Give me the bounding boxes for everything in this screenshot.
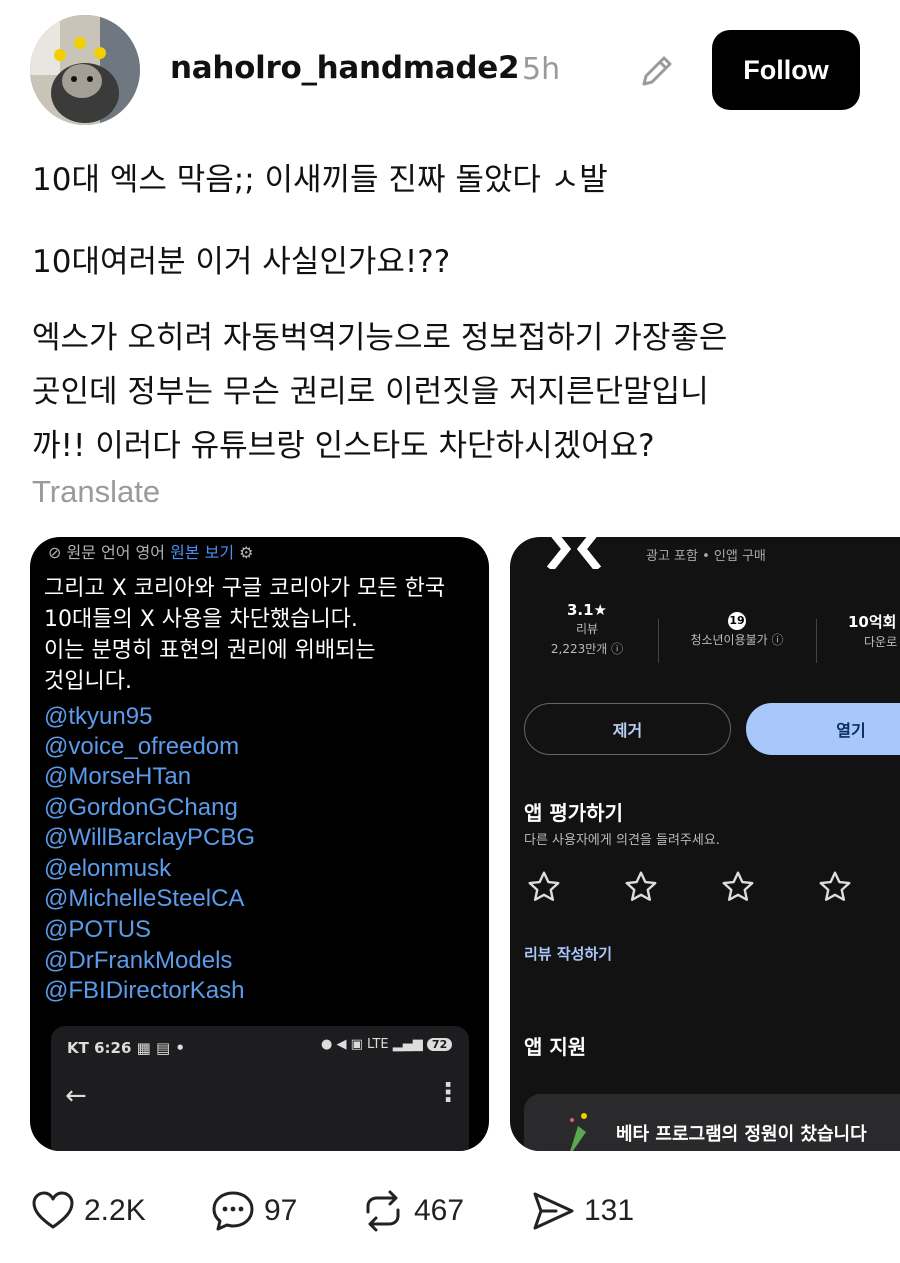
write-review-link: 리뷰 작성하기 (524, 945, 613, 963)
repost-icon (366, 1190, 400, 1232)
tweet-line: 것입니다. (44, 669, 132, 694)
party-popper-icon (570, 1113, 587, 1151)
back-arrow-icon: ← (65, 1081, 87, 1111)
mention: @elonmusk (44, 855, 172, 882)
mention: @POTUS (44, 916, 152, 943)
status-bar-right: ● ◀ ▣ LTE ▂▄▆ 72 (321, 1037, 453, 1052)
more-options-icon: ⋮ (435, 1078, 461, 1108)
source-language: 원문 언어 영어 (66, 543, 166, 562)
tweet-text: 그리고 X 코리아와 구글 코리아가 모든 한국 10대들의 X 사용을 차단했… (44, 573, 445, 697)
comment-bubble-icon (212, 1191, 254, 1231)
status-icons: ● ◀ ▣ (321, 1037, 363, 1052)
mention: @tkyun95 (44, 703, 153, 730)
mention: @FBIDirectorKash (44, 977, 245, 1004)
mention: @GordonGChang (44, 794, 238, 821)
edit-icon[interactable] (636, 50, 678, 92)
beta-program-text: 베타 프로그램의 정원이 찼습니다 (616, 1124, 867, 1145)
battery-level: 72 (426, 1038, 453, 1051)
mention: @voice_ofreedom (44, 733, 240, 760)
follow-button[interactable]: Follow (712, 30, 860, 110)
status-bar-left: KT 6:26 ▦ ▤ • (67, 1039, 185, 1057)
username[interactable]: naholro_handmade2 (170, 50, 520, 86)
share-count: 131 (584, 1194, 635, 1227)
share-button[interactable]: 131 (530, 1188, 634, 1234)
post-line-1: 10대 엑스 막음;; 이새끼들 진짜 돌았다 ㅅ발 (32, 162, 608, 198)
settings-gear-icon: ⚙ (239, 543, 254, 562)
x-app-logo-icon (544, 537, 604, 579)
avatar-image (30, 15, 140, 125)
send-share-icon (533, 1192, 574, 1230)
post-paragraph-line-2: 곳인데 정부는 무슨 권리로 이런짓을 저지른단말입니 (32, 374, 709, 410)
mention: @WillBarclayPCBG (44, 824, 256, 851)
like-button[interactable]: 2.2K (30, 1188, 146, 1234)
comment-count: 97 (264, 1194, 298, 1227)
rating-stat: 3.1★ 리뷰 2,223만개 ⓘ (532, 601, 642, 659)
translate-link[interactable]: Translate (32, 474, 160, 510)
age-rating-stat: 19 청소년이용불가 ⓘ (672, 609, 802, 650)
star-icon (528, 871, 560, 901)
star-icon (722, 871, 754, 901)
image-attachment-1[interactable]: ⊘ 원문 언어 영어 원본 보기 ⚙ 그리고 X 코리아와 구글 코리아가 모든… (30, 537, 489, 1151)
mention: @MorseHTan (44, 763, 192, 790)
rating-label: 리뷰 (575, 622, 599, 636)
app-support-title: 앱 지원 (524, 1035, 587, 1059)
open-app-button: 열기 (746, 703, 900, 755)
tweet-line: 이는 분명히 표현의 권리에 위배되는 (44, 638, 376, 663)
star-icon (819, 871, 851, 901)
rating-count: 2,223만개 ⓘ (550, 642, 624, 656)
ad-info: 광고 포함 • 인앱 구매 (646, 549, 766, 564)
rating-value: 3.1★ (566, 601, 608, 619)
beta-program-banner: 베타 프로그램의 정원이 찼습니다 (524, 1094, 900, 1151)
stat-divider (658, 619, 659, 663)
phone-status-nav: KT 6:26 ▦ ▤ • ● ◀ ▣ LTE ▂▄▆ 72 ← ⋮ (51, 1026, 469, 1151)
downloads-label: 다운로 (864, 635, 898, 649)
stat-divider (816, 619, 817, 663)
post-paragraph-line-3: 까!! 이러다 유튜브랑 인스타도 차단하시겠어요? (32, 428, 655, 464)
translate-globe-icon: ⊘ (48, 543, 62, 562)
carrier-time: KT 6:26 (67, 1039, 132, 1057)
tweet-line: 그리고 X 코리아와 구글 코리아가 모든 한국 (44, 576, 446, 601)
age-19-badge: 19 (728, 612, 746, 630)
post-time: 5h (522, 52, 561, 87)
mention: @DrFrankModels (44, 947, 233, 974)
age-rating-label: 청소년이용불가 ⓘ (690, 633, 784, 647)
notification-icons: ▦ ▤ • (136, 1039, 186, 1057)
signal-icon: ▂▄▆ (392, 1037, 423, 1052)
network-type: LTE (367, 1037, 389, 1052)
image-attachment-2[interactable]: 광고 포함 • 인앱 구매 3.1★ 리뷰 2,223만개 ⓘ 19 청소년이용… (510, 537, 900, 1151)
star-icon (625, 871, 657, 901)
downloads-stat: 10억회 다운로 (830, 611, 900, 652)
like-count: 2.2K (84, 1194, 146, 1227)
avatar[interactable] (30, 15, 140, 125)
rate-app-subtitle: 다른 사용자에게 의견을 들려주세요. (524, 833, 720, 848)
tweet-line: 10대들의 X 사용을 차단했습니다. (44, 607, 358, 632)
heart-icon (32, 1191, 74, 1229)
view-original-link: 원본 보기 (170, 543, 235, 562)
repost-count: 467 (414, 1194, 465, 1227)
uninstall-button: 제거 (524, 703, 731, 755)
mention: @MichelleSteelCA (44, 885, 245, 912)
rate-app-title: 앱 평가하기 (524, 801, 623, 825)
translation-header: ⊘ 원문 언어 영어 원본 보기 ⚙ (48, 539, 254, 563)
repost-button[interactable]: 467 (360, 1188, 464, 1234)
comment-button[interactable]: 97 (210, 1188, 297, 1234)
downloads-value: 10억회 (848, 613, 897, 631)
post-line-2: 10대여러분 이거 사실인가요!?? (32, 244, 451, 280)
post-paragraph-line-1: 엑스가 오히려 자동벅역기능으로 정보접하기 가장좋은 (32, 320, 728, 356)
